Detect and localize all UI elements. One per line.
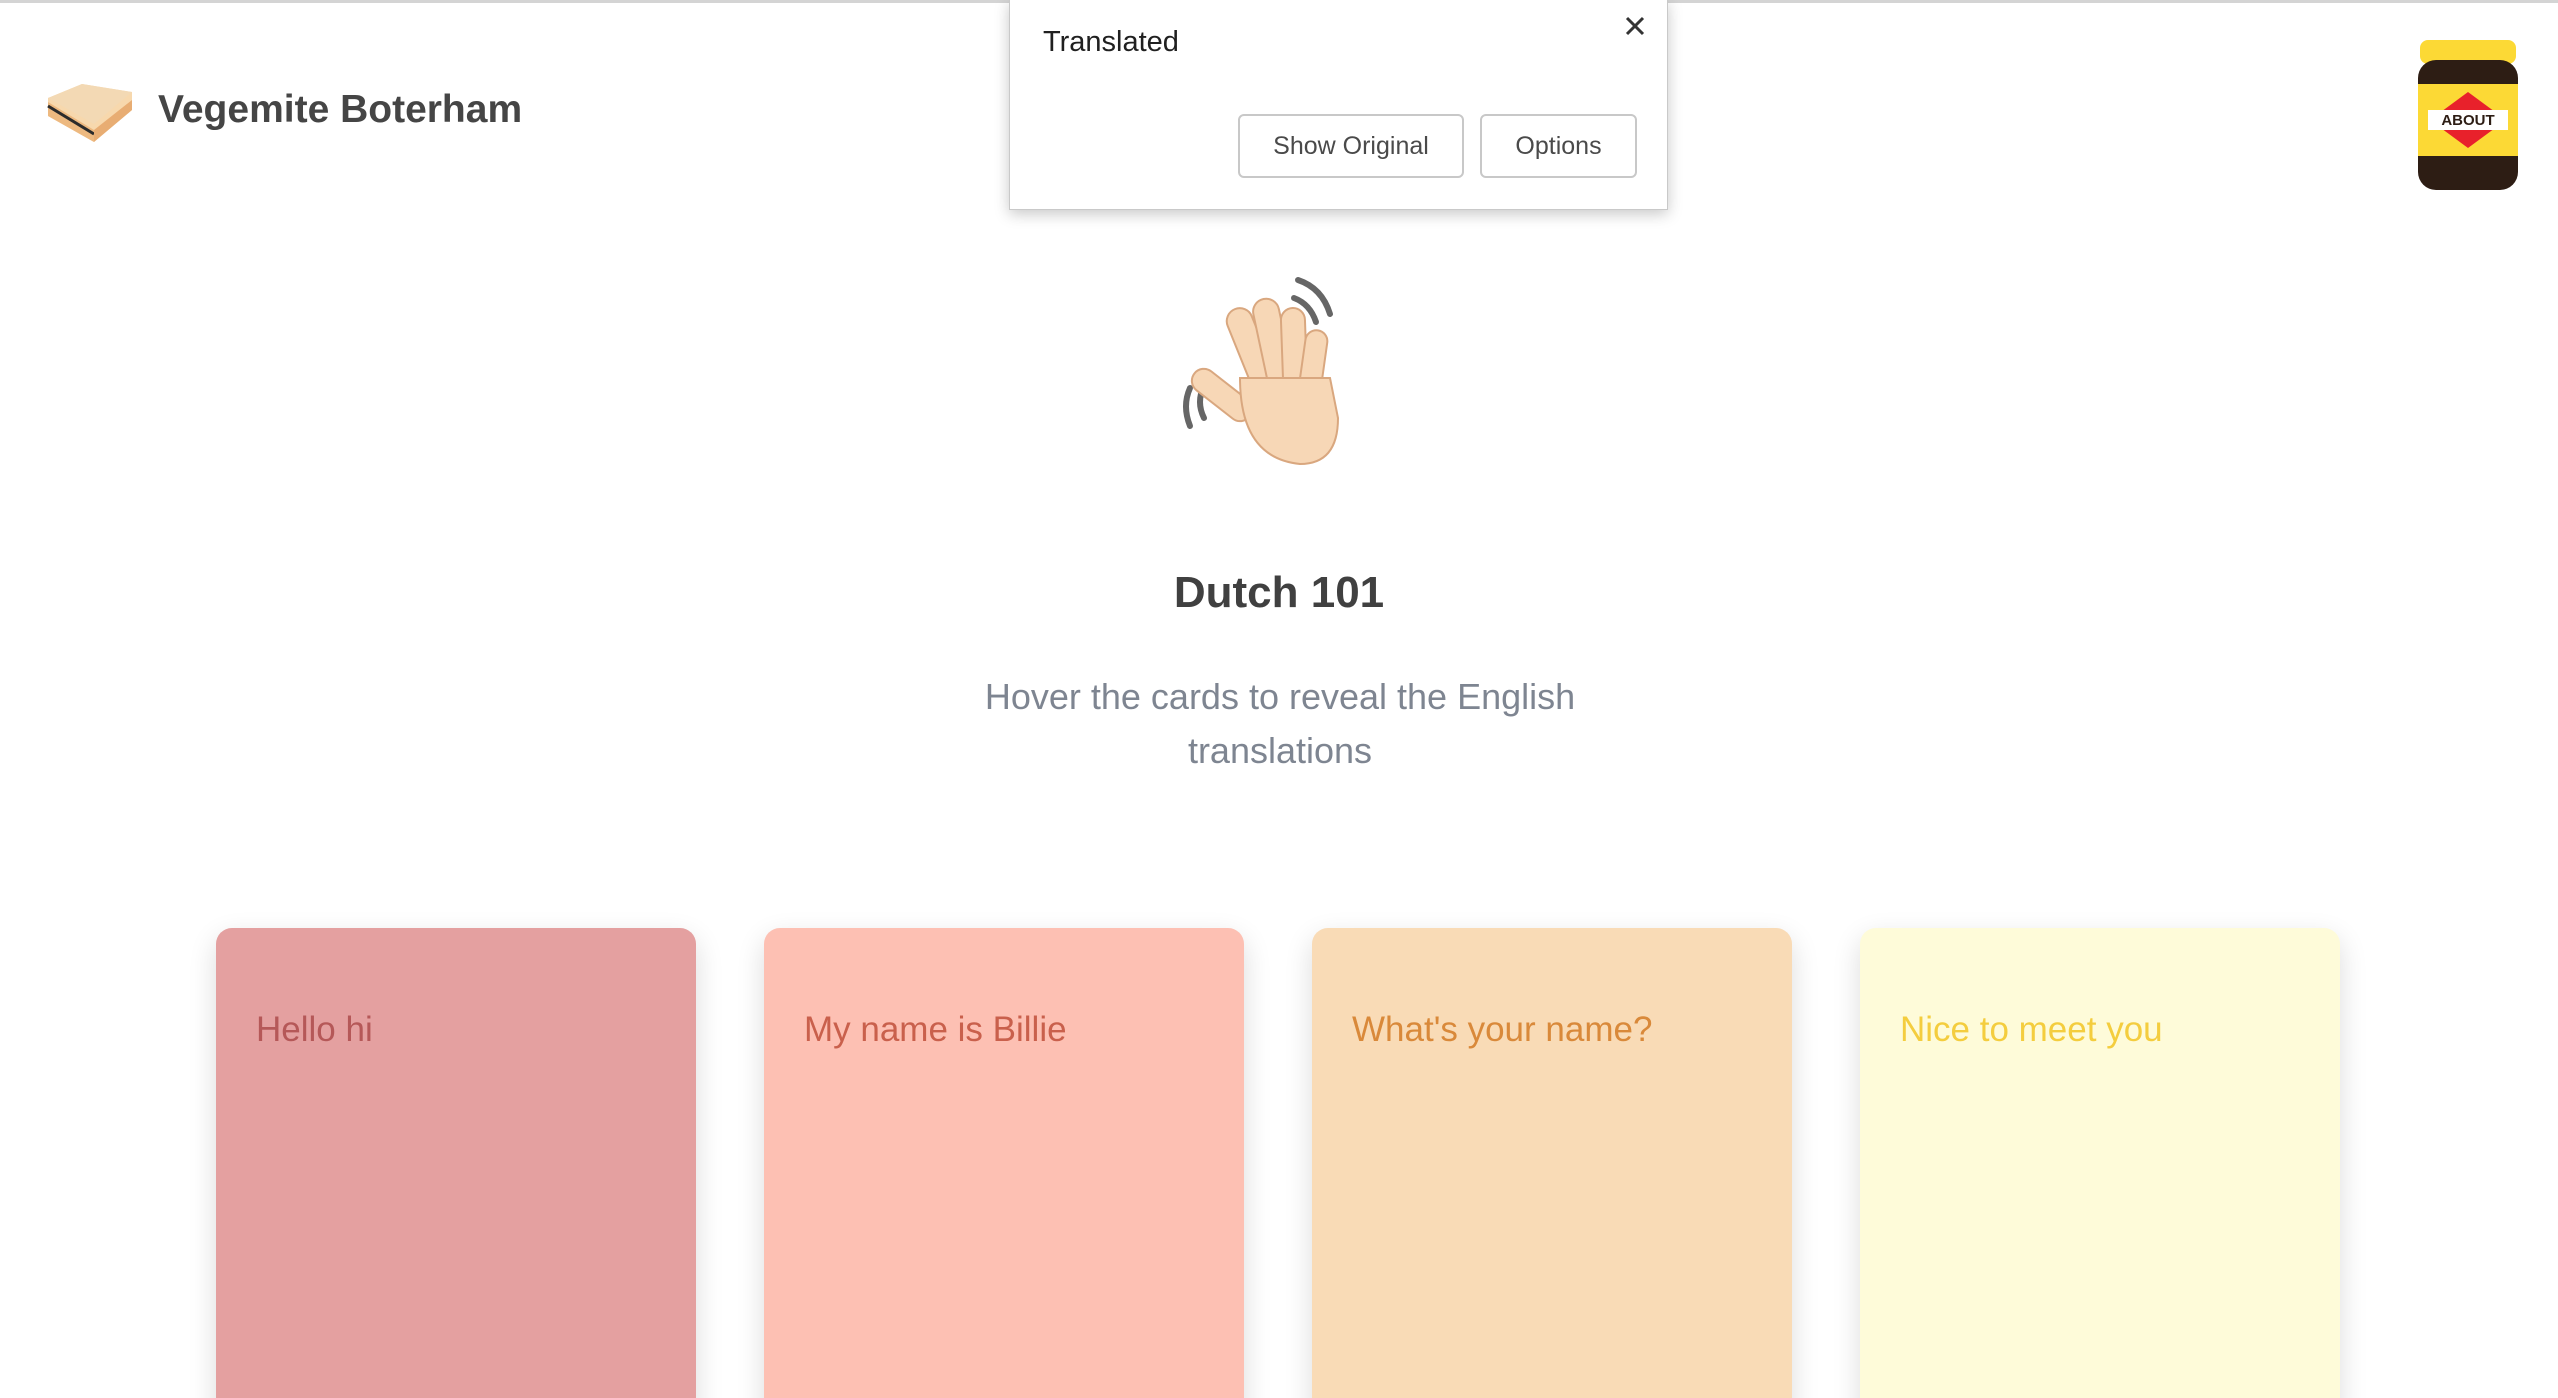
phrase-card[interactable]: My name is Billie <box>764 928 1244 1398</box>
page-title: Dutch 101 <box>1173 568 1385 617</box>
translate-popup: Translated Show Original Options <box>1009 0 1668 210</box>
show-original-button[interactable]: Show Original <box>1238 114 1464 178</box>
phrase-card[interactable]: What's your name? <box>1312 928 1792 1398</box>
card-text: What's your name? <box>1352 1010 1653 1049</box>
close-icon[interactable] <box>1617 8 1653 44</box>
options-button[interactable]: Options <box>1480 114 1637 178</box>
card-text: My name is Billie <box>804 1010 1067 1049</box>
waving-hand-icon <box>1170 268 1380 478</box>
popup-title: Translated <box>1043 26 1179 58</box>
brand-title[interactable]: Vegemite Boterham <box>158 88 522 132</box>
card-text: Hello hi <box>256 1010 373 1049</box>
vegemite-jar-icon[interactable]: ABOUT <box>2418 40 2518 190</box>
card-text: Nice to meet you <box>1900 1010 2163 1049</box>
phrase-card[interactable]: Nice to meet you <box>1860 928 2340 1398</box>
page-subtitle: Hover the cards to reveal the English tr… <box>984 676 1576 771</box>
sandwich-logo-icon[interactable] <box>46 78 138 150</box>
about-label: ABOUT <box>2441 112 2494 129</box>
phrase-card[interactable]: Hello hi <box>216 928 696 1398</box>
